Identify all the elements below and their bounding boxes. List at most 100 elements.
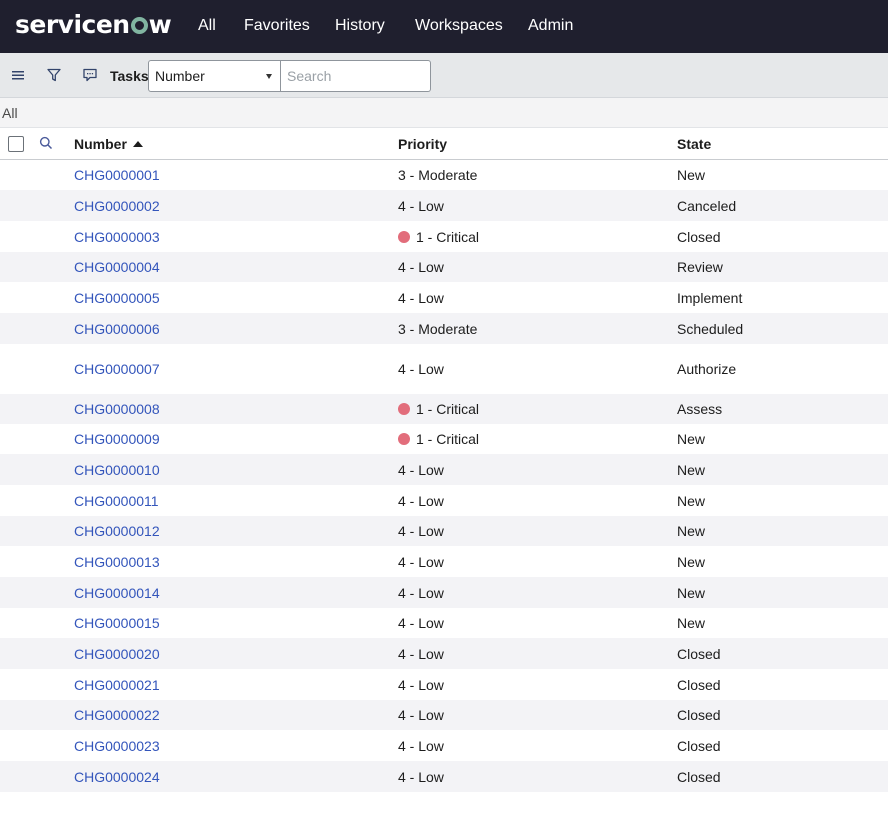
priority-cell: 4 - Low — [398, 290, 444, 306]
state-value: Closed — [677, 707, 721, 723]
state-value: Assess — [677, 401, 723, 417]
state-value: Closed — [677, 677, 721, 693]
priority-value: 4 - Low — [398, 615, 444, 631]
table-row: CHG0000011 4 - Low New — [0, 485, 888, 516]
column-header-state[interactable]: State — [677, 136, 711, 152]
critical-indicator-icon — [398, 231, 410, 243]
column-header-priority[interactable]: Priority — [398, 136, 447, 152]
priority-cell: 4 - Low — [398, 585, 444, 601]
table-row: CHG0000004 4 - Low Review — [0, 252, 888, 282]
table-row: CHG0000008 1 - Critical Assess — [0, 394, 888, 424]
priority-value: 4 - Low — [398, 259, 444, 275]
priority-value: 1 - Critical — [416, 229, 480, 245]
filter-icon[interactable] — [45, 66, 63, 84]
change-number-link[interactable]: CHG0000007 — [74, 361, 160, 377]
priority-value: 4 - Low — [398, 769, 444, 785]
state-value: New — [677, 167, 706, 183]
change-number-link[interactable]: CHG0000013 — [74, 554, 160, 570]
table-row: CHG0000022 4 - Low Closed — [0, 700, 888, 730]
change-number-link[interactable]: CHG0000004 — [74, 259, 160, 275]
priority-cell: 4 - Low — [398, 462, 444, 478]
nav-history[interactable]: History — [335, 17, 385, 35]
priority-value: 4 - Low — [398, 738, 444, 754]
search-icon[interactable] — [39, 136, 53, 150]
state-value: New — [677, 554, 706, 570]
priority-value: 4 - Low — [398, 523, 444, 539]
table-row: CHG0000009 1 - Critical New — [0, 424, 888, 454]
nav-all[interactable]: All — [198, 17, 216, 35]
select-all-checkbox[interactable] — [8, 136, 24, 152]
priority-cell: 4 - Low — [398, 646, 444, 662]
servicenow-logo[interactable]: servicen w — [15, 8, 172, 40]
change-number-link[interactable]: CHG0000011 — [74, 493, 159, 509]
change-number-link[interactable]: CHG0000023 — [74, 738, 160, 754]
change-number-link[interactable]: CHG0000002 — [74, 198, 160, 214]
list-toolbar: Tasks Number — [0, 53, 888, 98]
state-value: New — [677, 431, 706, 447]
change-number-link[interactable]: CHG0000015 — [74, 615, 160, 631]
priority-value: 4 - Low — [398, 361, 444, 377]
priority-cell: 4 - Low — [398, 769, 444, 785]
change-number-link[interactable]: CHG0000021 — [74, 677, 160, 693]
table-row: CHG0000007 4 - Low Authorize — [0, 344, 888, 394]
priority-value: 4 - Low — [398, 290, 444, 306]
top-navigation-bar: servicen w All Favorites History Workspac… — [0, 0, 888, 53]
nav-workspaces[interactable]: Workspaces — [415, 17, 503, 35]
logo-text-suffix: w — [148, 9, 172, 39]
change-number-link[interactable]: CHG0000012 — [74, 523, 160, 539]
change-number-link[interactable]: CHG0000005 — [74, 290, 160, 306]
table-row: CHG0000003 1 - Critical Closed — [0, 221, 888, 252]
priority-value: 3 - Moderate — [398, 321, 478, 337]
change-number-link[interactable]: CHG0000014 — [74, 585, 160, 601]
state-value: New — [677, 523, 706, 539]
change-number-link[interactable]: CHG0000006 — [74, 321, 160, 337]
breadcrumb: All — [0, 98, 888, 128]
priority-cell: 4 - Low — [398, 554, 444, 570]
priority-cell: 3 - Moderate — [398, 167, 477, 183]
priority-cell: 1 - Critical — [398, 431, 479, 447]
table-row: CHG0000013 4 - Low New — [0, 546, 888, 577]
priority-cell: 4 - Low — [398, 738, 444, 754]
change-number-link[interactable]: CHG0000003 — [74, 229, 160, 245]
column-header-number-label: Number — [74, 136, 127, 152]
search-field-value: Number — [155, 68, 205, 84]
state-value: New — [677, 615, 706, 631]
table-row: CHG0000024 4 - Low Closed — [0, 761, 888, 792]
state-value: Canceled — [677, 198, 737, 214]
search-field-select[interactable]: Number — [148, 60, 281, 92]
priority-cell: 4 - Low — [398, 615, 444, 631]
state-value: Implement — [677, 290, 743, 306]
priority-value: 4 - Low — [398, 677, 444, 693]
table-row: CHG0000005 4 - Low Implement — [0, 282, 888, 313]
state-value: New — [677, 493, 706, 509]
priority-value: 3 - Moderate — [398, 167, 478, 183]
nav-favorites[interactable]: Favorites — [244, 17, 310, 35]
change-number-link[interactable]: CHG0000020 — [74, 646, 160, 662]
change-number-link[interactable]: CHG0000010 — [74, 462, 160, 478]
change-number-link[interactable]: CHG0000024 — [74, 769, 160, 785]
search-input[interactable] — [281, 60, 431, 92]
table-header: Number Priority State — [0, 128, 888, 160]
hamburger-icon[interactable] — [9, 66, 27, 84]
priority-cell: 4 - Low — [398, 361, 444, 377]
comment-icon[interactable] — [81, 66, 99, 84]
logo-text-prefix: servicen — [15, 9, 130, 39]
state-value: New — [677, 462, 706, 478]
nav-admin[interactable]: Admin — [528, 17, 573, 35]
priority-cell: 4 - Low — [398, 523, 444, 539]
breadcrumb-all[interactable]: All — [2, 105, 18, 121]
change-number-link[interactable]: CHG0000022 — [74, 707, 160, 723]
sort-ascending-icon — [132, 141, 143, 147]
priority-value: 4 - Low — [398, 493, 444, 509]
change-number-link[interactable]: CHG0000008 — [74, 401, 160, 417]
priority-cell: 4 - Low — [398, 493, 444, 509]
change-number-link[interactable]: CHG0000001 — [74, 167, 160, 183]
priority-value: 1 - Critical — [416, 431, 480, 447]
table-row: CHG0000021 4 - Low Closed — [0, 669, 888, 700]
table-row: CHG0000001 3 - Moderate New — [0, 160, 888, 190]
change-number-link[interactable]: CHG0000009 — [74, 431, 160, 447]
priority-value: 4 - Low — [398, 585, 444, 601]
state-value: New — [677, 585, 706, 601]
column-header-number[interactable]: Number — [74, 136, 143, 152]
priority-value: 4 - Low — [398, 198, 444, 214]
